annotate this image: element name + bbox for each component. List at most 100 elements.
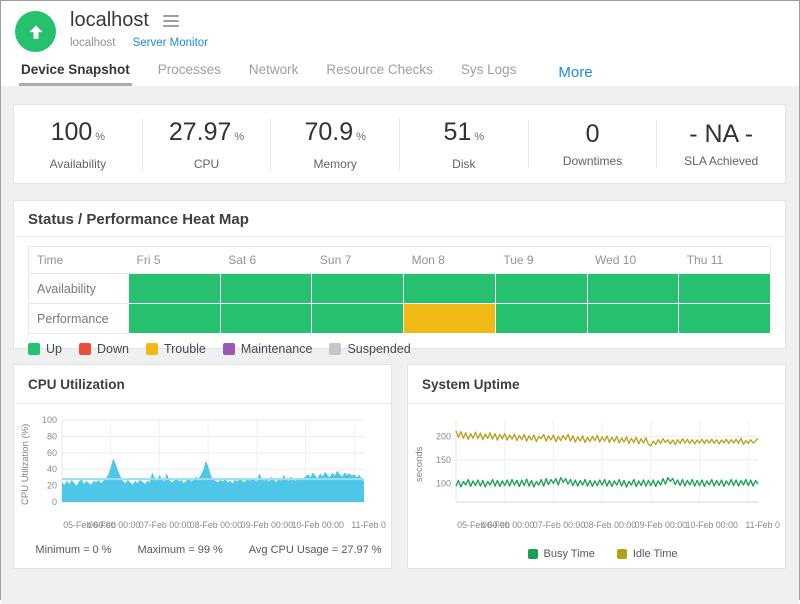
stat-value: 51: [444, 118, 472, 146]
cpu-utilization-card: CPU Utilization CPU Utilization (%) 0204…: [13, 364, 392, 569]
heatmap-col-header: Time: [29, 247, 129, 274]
stat-memory: 70.9% Memory: [270, 118, 399, 171]
device-status-icon: [15, 11, 56, 52]
tab-network[interactable]: Network: [247, 62, 301, 86]
legend-label: Suspended: [347, 342, 410, 356]
legend-swatch-icon: [528, 549, 538, 559]
cpu-x-axis-labels: 05-Feb 00:0006-Feb 00:0007-Feb 00:0008-F…: [34, 520, 383, 532]
svg-text:100: 100: [42, 415, 57, 425]
stat-downtimes: 0 Downtimes: [528, 120, 657, 168]
svg-text:150: 150: [436, 455, 451, 465]
x-tick-label: 11-Feb 0: [745, 520, 780, 530]
legend-label: Busy Time: [544, 548, 595, 560]
heatmap-cell-trouble[interactable]: [404, 304, 496, 334]
legend-swatch-icon: [79, 343, 91, 355]
legend-swatch-icon: [329, 343, 341, 355]
tab-device-snapshot[interactable]: Device Snapshot: [19, 62, 132, 86]
legend-label: Trouble: [164, 342, 206, 356]
heatmap-cell-up[interactable]: [404, 274, 496, 304]
x-tick-label: 06-Feb 00:00: [88, 520, 140, 530]
hamburger-menu-icon[interactable]: [161, 13, 181, 29]
x-tick-label: 07-Feb 00:00: [139, 520, 191, 530]
x-tick-label: 07-Feb 00:00: [533, 520, 585, 530]
header: localhost localhost Server Monitor Devic…: [1, 1, 799, 86]
cpu-chart-header: CPU Utilization: [14, 365, 391, 404]
legend-item-suspended: Suspended: [329, 342, 410, 356]
heatmap-cell-up[interactable]: [312, 304, 404, 334]
stat-sla-achieved: - NA -SLA Achieved: [656, 120, 785, 168]
legend-label: Up: [46, 342, 62, 356]
x-tick-label: 08-Feb 00:00: [190, 520, 242, 530]
legend-item-maintenance: Maintenance: [223, 342, 313, 356]
stat-value: 0: [586, 120, 600, 148]
heatmap-row-availability: Availability: [29, 274, 771, 304]
cpu-chart-plot: 020406080100: [34, 414, 383, 519]
uptime-chart-header: System Uptime: [408, 365, 785, 404]
svg-text:80: 80: [47, 431, 57, 441]
heatmap-cell-up[interactable]: [679, 304, 771, 334]
heatmap-cell-up[interactable]: [129, 304, 221, 334]
uptime-chart-title: System Uptime: [422, 377, 520, 392]
cpu-y-axis-label: CPU Utilization (%): [20, 414, 34, 514]
tab-bar: Device Snapshot Processes Network Resour…: [15, 62, 783, 86]
stat-label: Downtimes: [529, 154, 657, 168]
legend-swatch-icon: [617, 549, 627, 559]
stat-unit: %: [356, 131, 366, 143]
heatmap-cell-up[interactable]: [587, 274, 679, 304]
tab-processes[interactable]: Processes: [156, 62, 223, 86]
cpu-max-stat: Maximum = 99 %: [138, 544, 223, 556]
heatmap-row-label: Performance: [29, 304, 129, 334]
heatmap-row-label: Availability: [29, 274, 129, 304]
heatmap-col-header: Thu 11: [679, 247, 771, 274]
x-tick-label: 10-Feb 00:00: [686, 520, 738, 530]
divider: [14, 236, 785, 237]
stat-value: 70.9: [304, 118, 353, 146]
heatmap-cell-up[interactable]: [220, 274, 312, 304]
stat-unit: %: [234, 131, 244, 143]
stat-value: 27.97: [169, 118, 232, 146]
uptime-legend-item-idle-time: Idle Time: [617, 548, 678, 560]
legend-swatch-icon: [28, 343, 40, 355]
heatmap-col-header: Tue 9: [495, 247, 587, 274]
heatmap-col-header: Mon 8: [404, 247, 496, 274]
cpu-chart-title: CPU Utilization: [28, 377, 125, 392]
cpu-chart-stats: Minimum = 0 % Maximum = 99 % Avg CPU Usa…: [34, 544, 383, 556]
heatmap-table: TimeFri 5Sat 6Sun 7Mon 8Tue 9Wed 10Thu 1…: [28, 246, 771, 334]
breadcrumb-product-link[interactable]: Server Monitor: [133, 37, 208, 49]
svg-text:60: 60: [47, 448, 57, 458]
heatmap-cell-up[interactable]: [495, 304, 587, 334]
x-tick-label: 08-Feb 00:00: [584, 520, 636, 530]
page-title: localhost: [70, 9, 149, 32]
heatmap-cell-up[interactable]: [495, 274, 587, 304]
heatmap-row-performance: Performance: [29, 304, 771, 334]
legend-item-trouble: Trouble: [146, 342, 206, 356]
stat-availability: 100%Availability: [14, 118, 142, 171]
heatmap-cell-up[interactable]: [587, 304, 679, 334]
stat-label: Memory: [271, 157, 399, 171]
heatmap-cell-up[interactable]: [312, 274, 404, 304]
stat-label: CPU: [143, 157, 271, 171]
cpu-avg-stat: Avg CPU Usage = 27.97 %: [249, 544, 382, 556]
legend-label: Down: [97, 342, 129, 356]
heatmap-cell-up[interactable]: [679, 274, 771, 304]
uptime-legend-item-busy-time: Busy Time: [528, 548, 595, 560]
svg-text:40: 40: [47, 464, 57, 474]
heatmap-cell-up[interactable]: [220, 304, 312, 334]
x-tick-label: 06-Feb 00:00: [482, 520, 534, 530]
heatmap-col-header: Wed 10: [587, 247, 679, 274]
legend-swatch-icon: [146, 343, 158, 355]
heatmap-col-header: Fri 5: [129, 247, 221, 274]
tab-more[interactable]: More: [556, 64, 594, 86]
x-tick-label: 11-Feb 0: [351, 520, 386, 530]
heatmap-col-header: Sat 6: [220, 247, 312, 274]
tab-resource-checks[interactable]: Resource Checks: [324, 62, 435, 86]
heatmap-cell-up[interactable]: [129, 274, 221, 304]
heatmap-col-header: Sun 7: [312, 247, 404, 274]
svg-text:0: 0: [52, 497, 57, 507]
cpu-min-stat: Minimum = 0 %: [35, 544, 111, 556]
uptime-legend: Busy Time Idle Time: [428, 548, 777, 560]
uptime-x-axis-labels: 05-Feb 00:0006-Feb 00:0007-Feb 00:0008-F…: [428, 520, 777, 532]
tab-sys-logs[interactable]: Sys Logs: [459, 62, 519, 86]
stat-unit: %: [474, 131, 484, 143]
stat-disk: 51%Disk: [399, 118, 528, 171]
